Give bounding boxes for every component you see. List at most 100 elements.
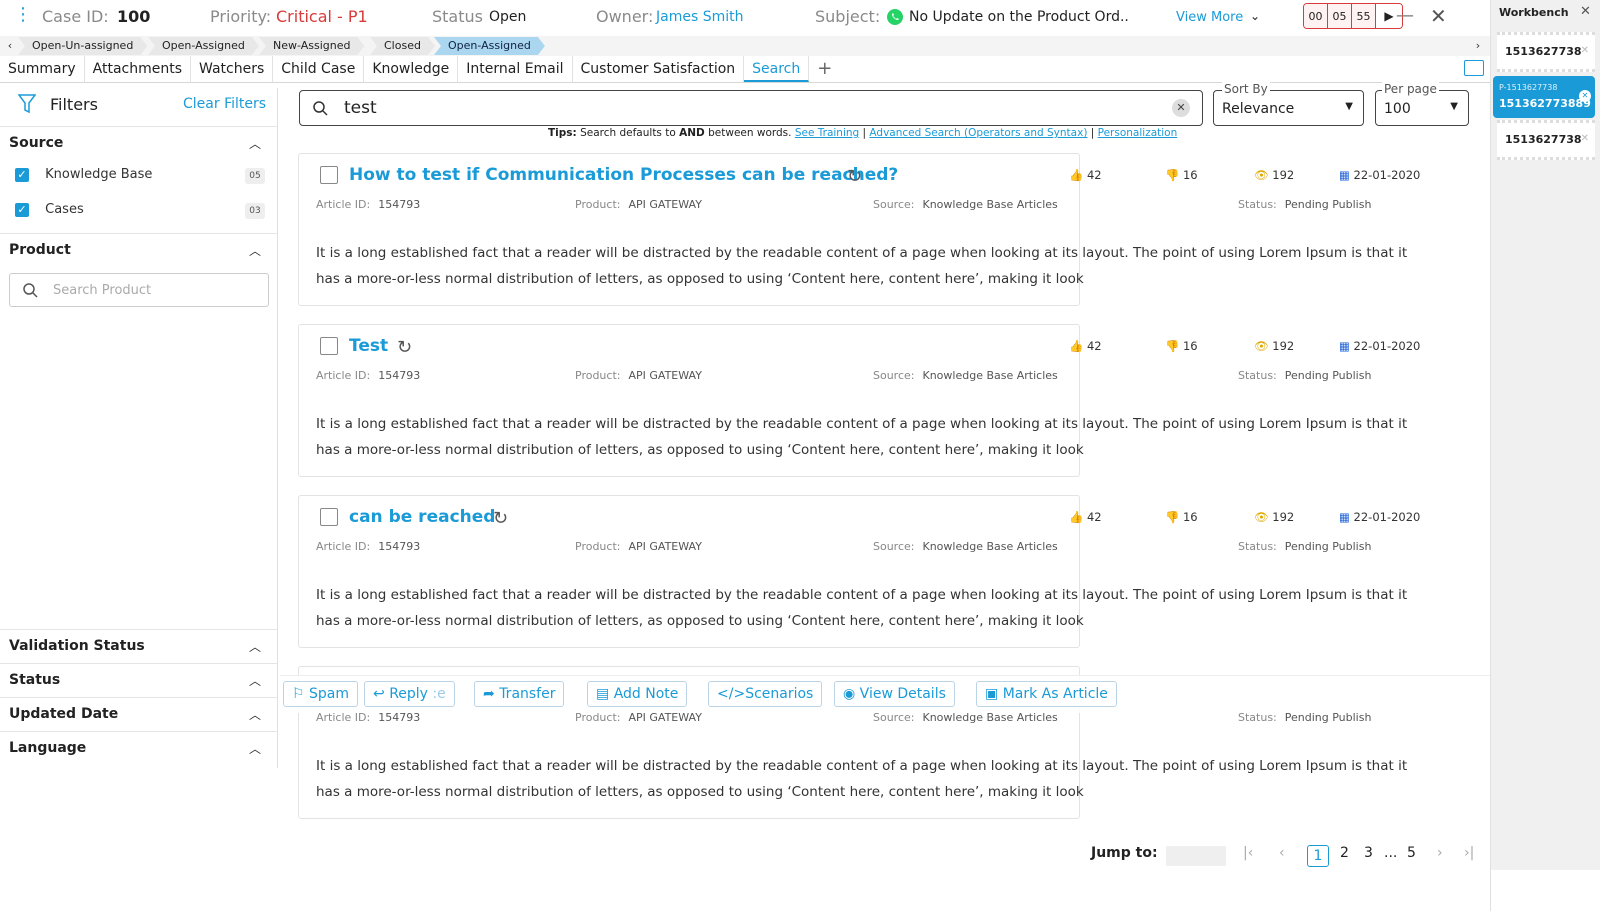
add-tab-icon[interactable]: +	[809, 56, 840, 82]
result-checkbox[interactable]	[320, 508, 338, 526]
likes-value: 42	[1086, 510, 1102, 524]
tab-child-case[interactable]: Child Case	[273, 56, 365, 82]
close-icon[interactable]: ✕	[1430, 4, 1447, 28]
refresh-icon[interactable]: ↻	[493, 508, 508, 529]
checkbox-checked-icon[interactable]: ✓	[15, 168, 29, 182]
article-id-value: 154793	[378, 540, 421, 553]
owner-label: Owner:	[596, 7, 654, 26]
search-input[interactable]: test ✕	[299, 90, 1203, 126]
source-value: Knowledge Base Articles	[922, 369, 1058, 382]
transfer-button[interactable]: ➦ Transfer	[474, 681, 565, 707]
result-card: can be reached ↻ 👍 42 👎 16 👁 192 ▦ 22-01…	[298, 495, 1420, 648]
thumbs-down-icon: 👎	[1165, 339, 1180, 353]
updated-date-section-header[interactable]: Updated Date ︿	[0, 697, 277, 731]
likes-count: 👍 42	[1069, 339, 1102, 353]
source-option-knowledge-base[interactable]: ✓ Knowledge Base 05	[15, 167, 277, 187]
tab-watchers[interactable]: Watchers	[191, 56, 274, 82]
scenarios-button[interactable]: </>Scenarios	[708, 681, 823, 707]
chevron-down-icon[interactable]: ⌄	[1250, 9, 1260, 23]
status-step-closed[interactable]: Closed	[370, 37, 435, 55]
mark-as-article-button[interactable]: ▣ Mark As Article	[976, 681, 1117, 707]
article-id-label: Article ID:	[316, 369, 371, 382]
advanced-search-link[interactable]: Advanced Search (Operators and Syntax)	[869, 127, 1087, 139]
tab-knowledge[interactable]: Knowledge	[364, 56, 459, 82]
tab-attachments[interactable]: Attachments	[85, 56, 192, 82]
spam-button[interactable]: ⚐ Spam	[283, 681, 359, 707]
status-step-open-assigned[interactable]: Open-Assigned	[148, 37, 259, 55]
page-1-button[interactable]: 1	[1307, 845, 1329, 867]
tab-search[interactable]: Search	[744, 56, 810, 82]
add-note-button[interactable]: ▤ Add Note	[587, 681, 688, 707]
view-details-button[interactable]: ◉ View Details	[834, 681, 955, 707]
refresh-icon[interactable]: ↻	[847, 166, 862, 187]
product-search-box[interactable]: Search Product	[9, 273, 269, 307]
search-icon	[312, 100, 328, 120]
checkbox-checked-icon[interactable]: ✓	[15, 203, 29, 217]
case-timer: 00 05 55 ▶	[1303, 3, 1403, 29]
product-section-header[interactable]: Product ︿	[0, 233, 277, 267]
tips-prefix: Tips:	[548, 127, 577, 139]
tab-customer-satisfaction[interactable]: Customer Satisfaction	[573, 56, 745, 82]
status-flow-bar: ‹ Open-Un-assigned Open-Assigned New-Ass…	[0, 36, 1490, 56]
status-section-header[interactable]: Status ︿	[0, 663, 277, 697]
view-more-link[interactable]: View More	[1176, 10, 1243, 25]
owner-link[interactable]: James Smith	[656, 9, 743, 25]
product-label: Product:	[575, 540, 621, 553]
kebab-menu-icon[interactable]: ⋮	[14, 4, 32, 25]
workbench-item[interactable]: 1513627738 ✕	[1497, 120, 1595, 160]
views-count: 👁 192	[1254, 339, 1294, 353]
tab-internal-email[interactable]: Internal Email	[458, 56, 573, 82]
calendar-icon: ▦	[1339, 168, 1350, 182]
reply-label: Reply	[389, 686, 428, 702]
page-3-button[interactable]: 3	[1364, 845, 1373, 861]
source-option-cases[interactable]: ✓ Cases 03	[15, 202, 277, 222]
status-step-open-unassigned[interactable]: Open-Un-assigned	[18, 37, 147, 55]
result-checkbox[interactable]	[320, 337, 338, 355]
search-query: test	[344, 98, 377, 118]
search-tips: Tips: Search defaults to AND between wor…	[548, 127, 1178, 139]
date-value: 22-01-2020	[1353, 510, 1421, 524]
per-page-select[interactable]: Per page 100 ▼	[1375, 82, 1469, 126]
layout-toggle-icon[interactable]	[1464, 60, 1484, 76]
clear-filters-link[interactable]: Clear Filters	[183, 96, 266, 112]
close-icon[interactable]: ✕	[1581, 45, 1589, 56]
result-checkbox[interactable]	[320, 166, 338, 184]
close-icon[interactable]: ✕	[1581, 133, 1589, 144]
minimize-icon[interactable]: —	[1396, 5, 1414, 26]
language-section-header[interactable]: Language ︿	[0, 731, 277, 765]
result-title-link[interactable]: can be reached	[349, 507, 495, 527]
tab-summary[interactable]: Summary	[0, 56, 85, 82]
close-icon[interactable]: ✕	[1580, 4, 1591, 19]
next-page-icon[interactable]: ›	[1437, 845, 1443, 861]
workbench-item[interactable]: 1513627738 ✕	[1497, 32, 1595, 72]
timer-minutes: 05	[1328, 4, 1352, 28]
chevron-up-icon: ︿	[248, 244, 261, 258]
thumbs-down-icon: 👎	[1165, 168, 1180, 182]
article-id: Article ID: 154793	[316, 540, 420, 553]
page-5-button[interactable]: 5	[1407, 845, 1416, 861]
close-icon[interactable]: ✕	[1579, 90, 1591, 102]
sort-by-select[interactable]: Sort By Relevance ▼	[1213, 82, 1364, 126]
source-value: Knowledge Base Articles	[922, 540, 1058, 553]
page-2-button[interactable]: 2	[1340, 845, 1349, 861]
chevron-left-icon[interactable]: ‹	[2, 36, 18, 56]
first-page-icon[interactable]: |‹	[1243, 845, 1253, 861]
workbench-item-active[interactable]: P-1513627738 151362773889 ✕	[1493, 76, 1595, 118]
validation-status-section-header[interactable]: Validation Status ︿	[0, 629, 277, 663]
status-step-new-assigned[interactable]: New-Assigned	[259, 37, 364, 55]
jump-to-input[interactable]	[1166, 846, 1226, 866]
add-note-label: Add Note	[613, 686, 679, 702]
result-title-link[interactable]: How to test if Communication Processes c…	[349, 165, 898, 185]
see-training-link[interactable]: See Training	[795, 127, 859, 139]
prev-page-icon[interactable]: ‹	[1279, 845, 1285, 861]
refresh-icon[interactable]: ↻	[397, 337, 412, 358]
date-value: 22-01-2020	[1353, 339, 1421, 353]
reply-button[interactable]: ↩ Reply :e	[364, 681, 455, 707]
clear-search-icon[interactable]: ✕	[1172, 99, 1190, 117]
source-section-header[interactable]: Source ︿	[0, 126, 277, 160]
status-step-current[interactable]: Open-Assigned	[434, 37, 545, 55]
result-title-link[interactable]: Test	[349, 336, 388, 356]
personalization-link[interactable]: Personalization	[1098, 127, 1178, 139]
chevron-right-icon[interactable]: ›	[1470, 36, 1486, 56]
last-page-icon[interactable]: ›|	[1464, 845, 1474, 861]
